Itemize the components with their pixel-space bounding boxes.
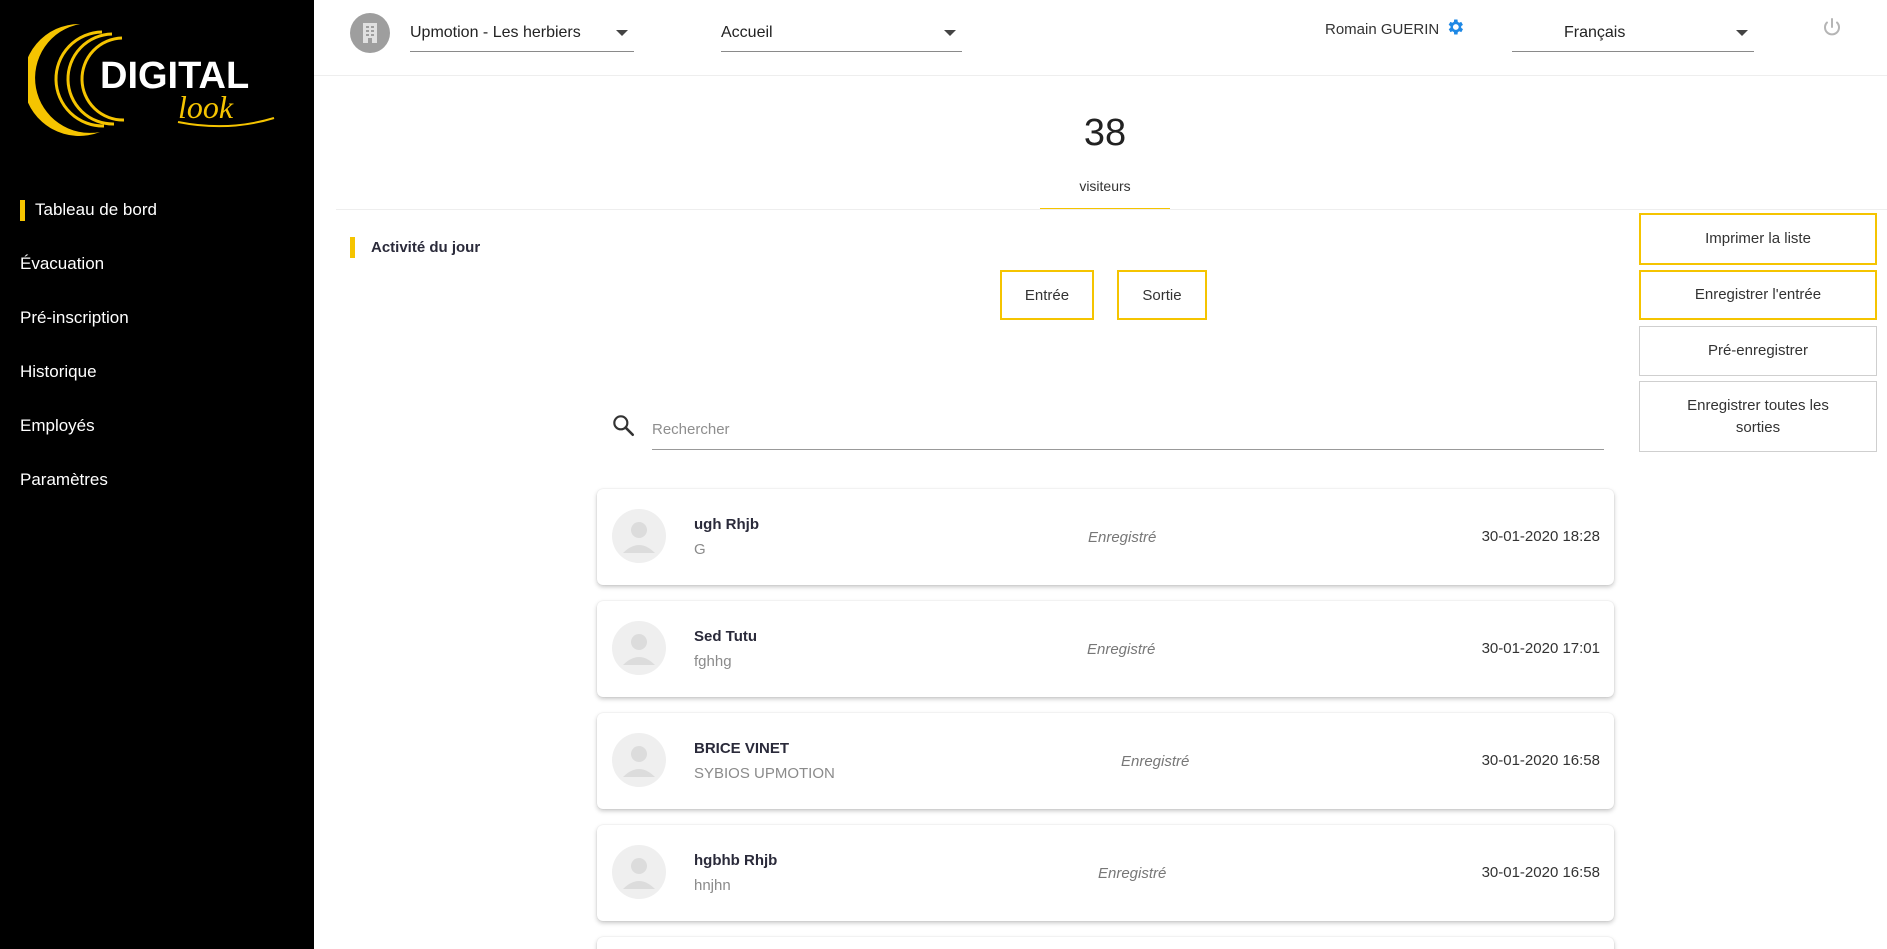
visitor-name: ugh Rhjb [694, 516, 759, 533]
visitor-company: G [694, 541, 706, 558]
site-select[interactable]: Upmotion - Les herbiers [410, 14, 634, 52]
sidebar-item-employees[interactable]: Employés [0, 412, 314, 466]
visitor-card[interactable]: hgbhb Rhjb hnjhn Enregistré 30-01-2020 1… [597, 825, 1614, 921]
site-select-value: Upmotion - Les herbiers [410, 23, 581, 41]
sidebar-item-label: Historique [20, 362, 97, 381]
avatar [612, 733, 666, 787]
divider [336, 209, 1887, 210]
register-entry-button[interactable]: Enregistrer l'entrée [1639, 270, 1877, 320]
visitor-datetime: 30-01-2020 16:58 [1481, 752, 1600, 769]
search-icon [610, 412, 636, 443]
page-select-value: Accueil [721, 23, 773, 41]
visitor-status: Enregistré [1087, 641, 1156, 658]
chevron-down-icon [616, 29, 628, 36]
visitor-company: SYBIOS UPMOTION [694, 765, 835, 782]
sidebar-item-settings[interactable]: Paramètres [0, 466, 314, 520]
visitor-name: hgbhb Rhjb [694, 852, 778, 869]
sidebar-item-label: Paramètres [20, 470, 108, 489]
visitor-status: Enregistré [1121, 753, 1190, 770]
sidebar-item-evacuation[interactable]: Évacuation [0, 250, 314, 304]
preregister-button[interactable]: Pré-enregistrer [1639, 326, 1877, 376]
sidebar-item-label: Évacuation [20, 254, 105, 273]
user-menu[interactable]: Romain GUERIN [1325, 18, 1465, 40]
gear-icon[interactable] [1445, 17, 1465, 41]
entry-filter-button[interactable]: Entrée [1000, 270, 1094, 320]
visitor-card[interactable]: Sed Tutu fghhg Enregistré 30-01-2020 17:… [597, 601, 1614, 697]
sidebar-item-label: Employés [20, 416, 95, 435]
visitor-status: Enregistré [1088, 529, 1157, 546]
active-indicator [20, 200, 25, 221]
sidebar-item-dashboard[interactable]: Tableau de bord [0, 196, 314, 250]
avatar [612, 845, 666, 899]
activity-heading: Activité du jour [350, 236, 480, 258]
sidebar-item-label: Tableau de bord [35, 200, 157, 219]
page-select[interactable]: Accueil [721, 14, 962, 52]
building-icon[interactable] [350, 13, 390, 53]
sidebar-item-preregistration[interactable]: Pré-inscription [0, 304, 314, 358]
visitor-count-tab[interactable]: visiteurs [1040, 178, 1170, 210]
visitor-datetime: 30-01-2020 16:58 [1481, 864, 1600, 881]
power-icon[interactable] [1820, 16, 1844, 45]
sidebar-item-label: Pré-inscription [20, 308, 129, 327]
chevron-down-icon [1736, 29, 1748, 36]
visitor-name: Sed Tutu [694, 628, 758, 645]
top-header: Upmotion - Les herbiers Accueil Romain G… [314, 0, 1887, 76]
language-select[interactable]: Français [1512, 14, 1754, 52]
user-name: Romain GUERIN [1325, 20, 1440, 38]
visitor-datetime: 30-01-2020 18:28 [1481, 528, 1600, 545]
visitor-company: hnjhn [694, 877, 731, 894]
activity-title: Activité du jour [371, 238, 481, 256]
visitor-card[interactable]: ugh Rhjb G Enregistré 30-01-2020 18:28 [597, 489, 1614, 585]
search-input[interactable] [652, 410, 1604, 450]
avatar [612, 509, 666, 563]
visitor-count: 38 [1083, 112, 1127, 154]
visitor-card[interactable] [597, 937, 1614, 949]
visitor-datetime: 30-01-2020 17:01 [1481, 640, 1600, 657]
app-root: DIGITAL look Tableau de bord Évacuation … [0, 0, 1887, 949]
visitor-company: fghhg [694, 653, 732, 670]
print-list-button[interactable]: Imprimer la liste [1639, 213, 1877, 265]
sidebar-item-history[interactable]: Historique [0, 358, 314, 412]
chevron-down-icon [944, 29, 956, 36]
sidebar-nav: Tableau de bord Évacuation Pré-inscripti… [0, 196, 314, 520]
register-all-exits-button[interactable]: Enregistrer toutes les sorties [1639, 381, 1877, 452]
svg-text:look: look [178, 89, 234, 125]
heading-accent [350, 236, 355, 258]
exit-filter-button[interactable]: Sortie [1117, 270, 1207, 320]
digital-look-logo: DIGITAL look [23, 18, 288, 138]
visitor-card[interactable]: BRICE VINET SYBIOS UPMOTION Enregistré 3… [597, 713, 1614, 809]
visitor-name: BRICE VINET [694, 740, 790, 757]
sidebar: DIGITAL look Tableau de bord Évacuation … [0, 0, 314, 949]
language-select-value: Français [1564, 23, 1626, 41]
visitor-status: Enregistré [1098, 865, 1167, 882]
avatar [612, 621, 666, 675]
